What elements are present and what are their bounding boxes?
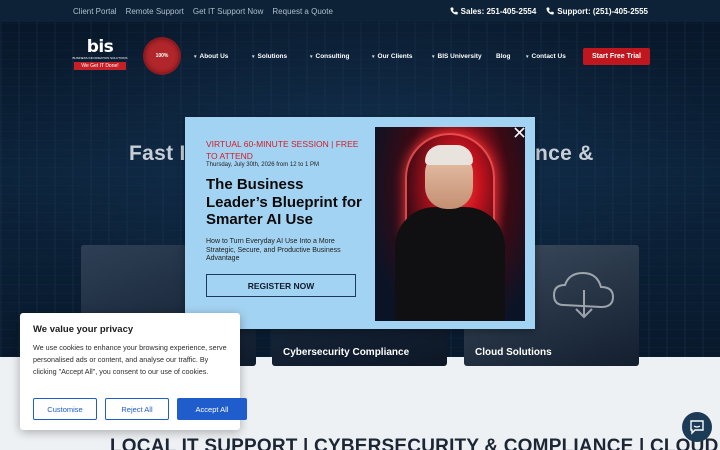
nav-item-label: About Us [199, 53, 229, 60]
chat-launcher-button[interactable] [682, 412, 712, 442]
phone-icon [546, 7, 555, 15]
service-card-label: Cybersecurity Compliance [283, 347, 410, 358]
phone-icon [450, 7, 458, 15]
close-icon[interactable] [514, 127, 525, 138]
cloud-icon [552, 271, 615, 319]
photo-hair [425, 145, 473, 165]
customise-button[interactable]: Customise [33, 398, 97, 420]
sales-phone-text: Sales: 251-405-2554 [460, 6, 537, 16]
nav-item-label: Contact Us [531, 53, 566, 60]
support-phone-text: Support: (251)-405-2555 [557, 6, 648, 16]
register-now-button[interactable]: REGISTER NOW [206, 274, 356, 297]
accept-all-button[interactable]: Accept All [177, 398, 247, 420]
session-label: VIRTUAL 60-MINUTE SESSION | FREE TO ATTE… [206, 139, 359, 161]
sales-phone-link[interactable]: Sales: 251-405-2554 [450, 6, 537, 16]
company-logo[interactable]: bis BUSINESS INFORMATION SOLUTIONS We Ge… [72, 38, 128, 76]
nav-item-label: Solutions [257, 53, 288, 60]
nav-item-label: Blog [496, 53, 511, 60]
support-phone-link[interactable]: Support: (251)-405-2555 [546, 7, 648, 16]
nav-item-label: Consulting [315, 53, 350, 60]
section-headline: LOCAL IT SUPPORT | CYBERSECURITY & COMPL… [110, 436, 719, 450]
nav-item-bis-university[interactable]: ▾ BIS University [432, 53, 496, 60]
webinar-description: How to Turn Everyday AI Use Into a More … [206, 238, 341, 262]
nav-item-about-us[interactable]: ▾ About Us [194, 53, 252, 60]
nav-menu: ▾ About Us ▾ Solutions ▾ Consulting ▾ Our Cl… [194, 53, 578, 60]
photo-body [395, 207, 505, 321]
chevron-down-icon: ▾ [194, 53, 197, 60]
chat-icon [690, 420, 704, 435]
service-card-label: Cloud Solutions [475, 347, 552, 358]
seal-text: 100% [155, 53, 169, 59]
hero-title-right: nce & [535, 142, 594, 165]
cookie-title: We value your privacy [33, 324, 134, 335]
nav-item-solutions[interactable]: ▾ Solutions [252, 53, 310, 60]
main-nav: bis BUSINESS INFORMATION SOLUTIONS We Ge… [0, 22, 720, 92]
webinar-title: The Business Leader’s Blueprint for Smar… [206, 176, 362, 228]
nav-item-contact-us[interactable]: ▾ Contact Us [526, 53, 578, 60]
reject-all-button[interactable]: Reject All [105, 398, 169, 420]
chevron-down-icon: ▾ [372, 53, 375, 60]
hero-title-left: Fast I [129, 142, 186, 165]
nav-item-our-clients[interactable]: ▾ Our Clients [372, 53, 432, 60]
guarantee-seal: 100% [145, 39, 179, 73]
chevron-down-icon: ▾ [526, 53, 529, 60]
utility-links: Client Portal Remote Support Get IT Supp… [73, 7, 333, 16]
logo-mark: bis [86, 37, 114, 57]
nav-item-label: BIS University [437, 53, 482, 60]
nav-item-label: Our Clients [377, 53, 413, 60]
utility-bar: Client Portal Remote Support Get IT Supp… [0, 0, 720, 22]
cookie-consent-dialog: We value your privacy We use cookies to … [20, 313, 247, 430]
logo-subtitle: BUSINESS INFORMATION SOLUTIONS [72, 56, 128, 60]
logo-tagline: We Get IT Done! [74, 62, 126, 70]
get-it-support-link[interactable]: Get IT Support Now [193, 7, 264, 16]
cookie-body: We use cookies to enhance your browsing … [33, 343, 227, 376]
chevron-down-icon: ▾ [252, 53, 255, 60]
session-date: Thursday, July 30th, 2026 from 12 to 1 P… [206, 162, 319, 168]
client-portal-link[interactable]: Client Portal [73, 7, 117, 16]
request-quote-link[interactable]: Request a Quote [272, 7, 332, 16]
speaker-photo [375, 127, 525, 321]
remote-support-link[interactable]: Remote Support [126, 7, 184, 16]
start-free-trial-button[interactable]: Start Free Trial [583, 48, 650, 65]
nav-item-consulting[interactable]: ▾ Consulting [310, 53, 372, 60]
phone-numbers: Sales: 251-405-2554 Support: (251)-405-2… [450, 7, 648, 16]
webinar-modal: VIRTUAL 60-MINUTE SESSION | FREE TO ATTE… [185, 117, 535, 329]
chevron-down-icon: ▾ [310, 53, 313, 60]
nav-item-blog[interactable]: Blog [496, 53, 526, 60]
chevron-down-icon: ▾ [432, 53, 435, 60]
